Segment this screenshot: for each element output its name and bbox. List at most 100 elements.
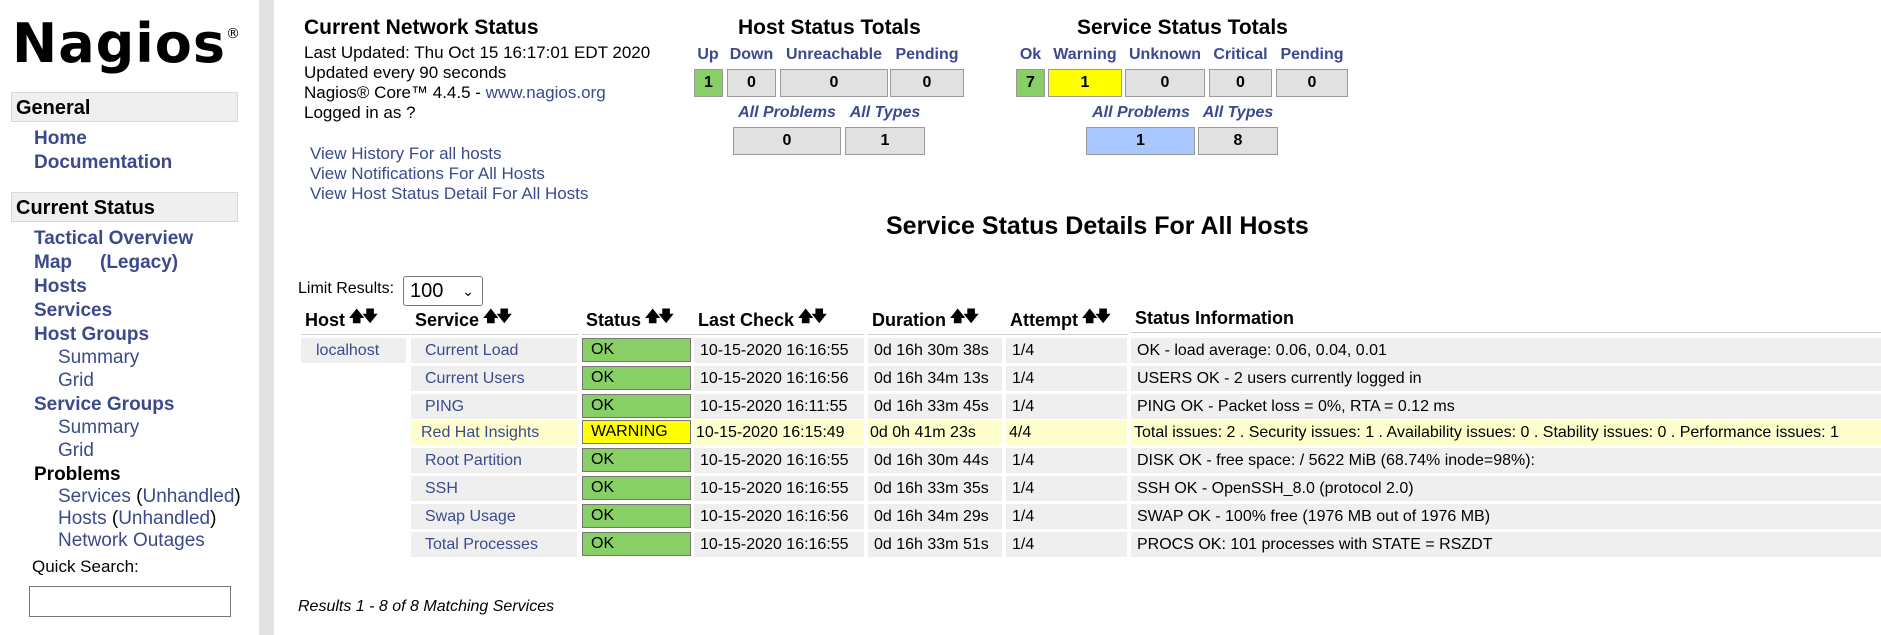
nagios-org-link[interactable]: www.nagios.org bbox=[486, 83, 606, 102]
service-all-problems-count[interactable]: 1 bbox=[1086, 127, 1195, 155]
service-root-partition-link[interactable]: Root Partition bbox=[411, 448, 577, 473]
sort-arrows-icon[interactable]: 🡅🡇 bbox=[483, 308, 512, 325]
duration-cell: 0d 16h 30m 44s bbox=[868, 448, 1002, 473]
service-pending-count[interactable]: 0 bbox=[1276, 69, 1348, 97]
service-swap-usage-link[interactable]: Swap Usage bbox=[411, 504, 577, 529]
status-badge: OK bbox=[582, 394, 691, 418]
col-service[interactable]: Service 🡅🡇 bbox=[411, 308, 579, 335]
quick-search-label: Quick Search: bbox=[32, 557, 139, 576]
host-unreachable-header[interactable]: Unreachable bbox=[780, 46, 888, 64]
service-red-hat-insights-link[interactable]: Red Hat Insights bbox=[411, 420, 577, 445]
attempt-cell: 1/4 bbox=[1006, 448, 1127, 473]
duration-cell: 0d 16h 34m 29s bbox=[868, 504, 1002, 529]
col-duration[interactable]: Duration 🡅🡇 bbox=[868, 308, 1006, 335]
service-current-load-link[interactable]: Current Load bbox=[411, 338, 577, 363]
attempt-cell: 1/4 bbox=[1006, 394, 1127, 419]
nav-service-groups-grid[interactable]: Grid bbox=[58, 440, 94, 462]
host-pending-header[interactable]: Pending bbox=[890, 46, 964, 64]
col-last-check[interactable]: Last Check 🡅🡇 bbox=[694, 308, 864, 335]
duration-cell: 0d 16h 30m 38s bbox=[868, 338, 1002, 363]
service-ok-count[interactable]: 7 bbox=[1016, 69, 1045, 97]
service-warning-header[interactable]: Warning bbox=[1048, 46, 1122, 64]
host-all-types-count[interactable]: 1 bbox=[845, 127, 925, 155]
nav-network-outages[interactable]: Network Outages bbox=[58, 530, 205, 552]
last-check-cell: 10-15-2020 16:16:55 bbox=[694, 532, 864, 557]
nav-problems: Problems bbox=[34, 464, 121, 485]
service-unknown-count[interactable]: 0 bbox=[1125, 69, 1205, 97]
service-ok-header[interactable]: Ok bbox=[1016, 46, 1045, 64]
nav-service-groups[interactable]: Service Groups bbox=[34, 394, 174, 416]
status-badge: OK bbox=[582, 504, 691, 528]
host-unreachable-count[interactable]: 0 bbox=[780, 69, 888, 97]
limit-results-select[interactable]: 100 ⌄ bbox=[403, 276, 483, 306]
attempt-cell: 1/4 bbox=[1006, 532, 1127, 557]
service-warning-count[interactable]: 1 bbox=[1048, 69, 1122, 97]
service-ssh-link[interactable]: SSH bbox=[411, 476, 577, 501]
host-down-header[interactable]: Down bbox=[727, 46, 776, 64]
service-all-types-header[interactable]: All Types bbox=[1198, 104, 1278, 122]
nav-documentation[interactable]: Documentation bbox=[34, 152, 172, 174]
nav-hosts[interactable]: Hosts bbox=[34, 276, 87, 298]
status-info-cell: Total issues: 2 . Security issues: 1 . A… bbox=[1131, 420, 1881, 445]
nav-host-groups-summary[interactable]: Summary bbox=[58, 347, 139, 369]
col-host[interactable]: Host 🡅🡇 bbox=[301, 308, 410, 335]
host-up-header[interactable]: Up bbox=[693, 46, 723, 64]
nav-problems-hosts[interactable]: Hosts bbox=[58, 508, 107, 529]
nav-problems-services[interactable]: Services bbox=[58, 486, 131, 507]
attempt-cell: 1/4 bbox=[1006, 366, 1127, 391]
chevron-down-icon: ⌄ bbox=[462, 283, 474, 299]
status-badge: WARNING bbox=[582, 420, 691, 444]
sort-arrows-icon[interactable]: 🡅🡇 bbox=[645, 308, 674, 325]
sidebar-scrollbar[interactable] bbox=[259, 0, 274, 635]
host-down-count[interactable]: 0 bbox=[727, 69, 776, 97]
sort-arrows-icon[interactable]: 🡅🡇 bbox=[349, 308, 378, 325]
sort-arrows-icon[interactable]: 🡅🡇 bbox=[1082, 308, 1111, 325]
nagios-logo[interactable]: Nagios® bbox=[12, 12, 241, 75]
sort-arrows-icon[interactable]: 🡅🡇 bbox=[798, 308, 827, 325]
service-critical-header[interactable]: Critical bbox=[1209, 46, 1272, 64]
status-badge: OK bbox=[582, 366, 691, 390]
service-critical-count[interactable]: 0 bbox=[1209, 69, 1272, 97]
col-attempt[interactable]: Attempt 🡅🡇 bbox=[1006, 308, 1128, 335]
host-pending-count[interactable]: 0 bbox=[890, 69, 964, 97]
nav-service-groups-summary[interactable]: Summary bbox=[58, 417, 139, 439]
last-check-cell: 10-15-2020 16:11:55 bbox=[694, 394, 864, 419]
service-ping-link[interactable]: PING bbox=[411, 394, 577, 419]
view-notifications-link[interactable]: View Notifications For All Hosts bbox=[310, 164, 545, 184]
duration-cell: 0d 0h 41m 23s bbox=[868, 420, 1002, 445]
col-status[interactable]: Status 🡅🡇 bbox=[582, 308, 696, 335]
sort-arrows-icon[interactable]: 🡅🡇 bbox=[950, 308, 979, 325]
version-prefix: Nagios® Core™ 4.4.5 - bbox=[304, 83, 486, 102]
duration-cell: 0d 16h 33m 51s bbox=[868, 532, 1002, 557]
nav-host-groups[interactable]: Host Groups bbox=[34, 324, 149, 346]
nav-problems-services-unhandled[interactable]: Unhandled bbox=[142, 486, 234, 507]
sidebar: Nagios® General Home Documentation Curre… bbox=[0, 0, 256, 635]
service-pending-header[interactable]: Pending bbox=[1276, 46, 1348, 64]
host-all-problems-count[interactable]: 0 bbox=[733, 127, 841, 155]
service-current-users-link[interactable]: Current Users bbox=[411, 366, 577, 391]
host-all-problems-header[interactable]: All Problems bbox=[733, 104, 841, 122]
host-all-types-header[interactable]: All Types bbox=[845, 104, 925, 122]
host-totals-title: Host Status Totals bbox=[738, 16, 921, 39]
host-up-count[interactable]: 1 bbox=[694, 69, 723, 97]
service-all-types-count[interactable]: 8 bbox=[1198, 127, 1278, 155]
service-total-processes-link[interactable]: Total Processes bbox=[411, 532, 577, 557]
service-all-problems-header[interactable]: All Problems bbox=[1086, 104, 1196, 122]
nav-tactical-overview[interactable]: Tactical Overview bbox=[34, 228, 193, 250]
status-badge: OK bbox=[582, 476, 691, 500]
nav-services[interactable]: Services bbox=[34, 300, 112, 322]
nav-map-legacy[interactable]: (Legacy) bbox=[100, 252, 178, 274]
quick-search-input[interactable] bbox=[29, 586, 231, 617]
nav-problems-hosts-row: Hosts (Unhandled) bbox=[58, 508, 217, 529]
nav-host-groups-grid[interactable]: Grid bbox=[58, 370, 94, 392]
nav-problems-hosts-unhandled[interactable]: Unhandled bbox=[118, 508, 210, 529]
status-badge: OK bbox=[582, 448, 691, 472]
host-localhost-link[interactable]: localhost bbox=[301, 338, 406, 363]
nav-home[interactable]: Home bbox=[34, 128, 87, 150]
view-host-status-detail-link[interactable]: View Host Status Detail For All Hosts bbox=[310, 184, 588, 204]
status-badge: OK bbox=[582, 338, 691, 362]
view-history-link[interactable]: View History For all hosts bbox=[310, 144, 501, 164]
status-info-cell: PROCS OK: 101 processes with STATE = RSZ… bbox=[1131, 532, 1881, 557]
service-unknown-header[interactable]: Unknown bbox=[1125, 46, 1205, 64]
nav-map[interactable]: Map bbox=[34, 252, 72, 274]
